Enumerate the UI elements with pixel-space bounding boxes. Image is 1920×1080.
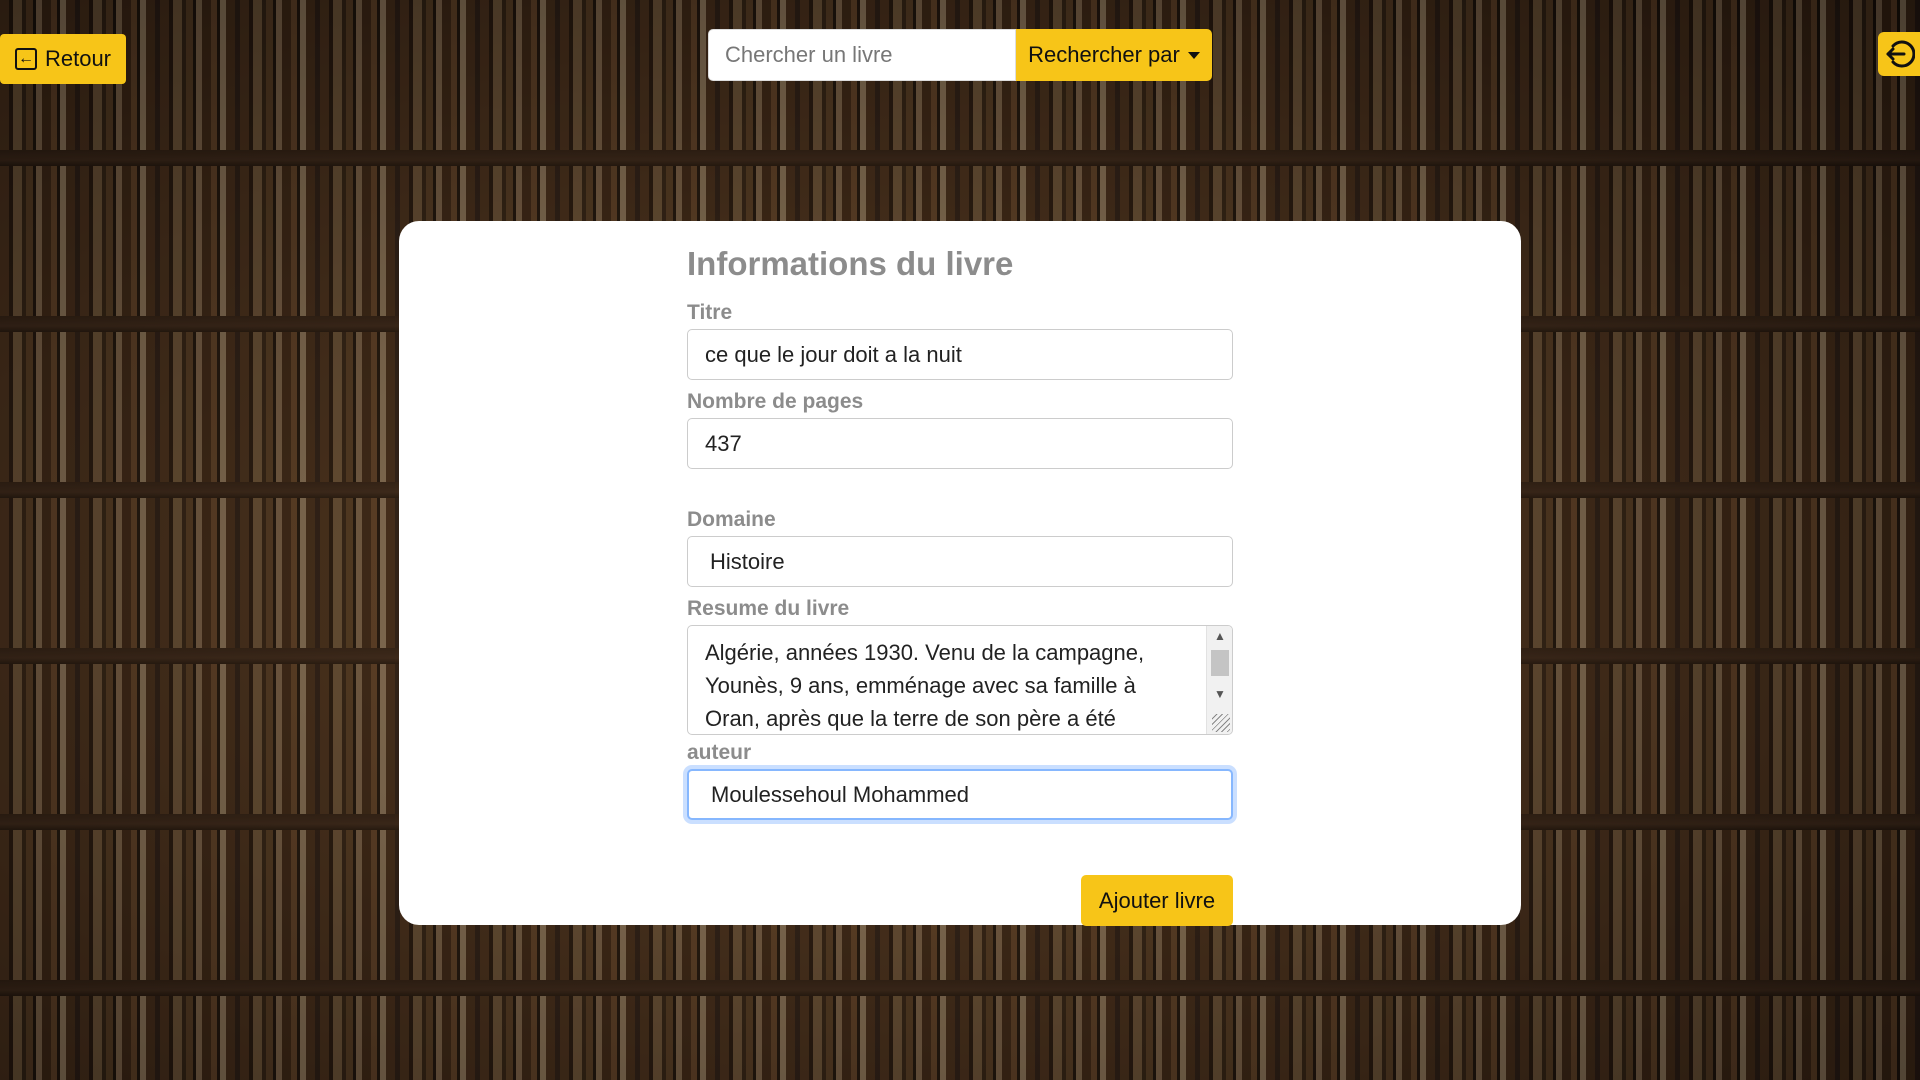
summary-label: Resume du livre (687, 597, 850, 620)
logout-button[interactable] (1878, 32, 1920, 76)
search-by-dropdown[interactable]: Rechercher par (1016, 29, 1212, 81)
domain-select[interactable]: Histoire (687, 536, 1233, 587)
domain-label: Domaine (687, 508, 776, 531)
pages-label: Nombre de pages (687, 390, 864, 413)
book-form: Informations du livre Titre ce que le jo… (687, 245, 1233, 926)
search-bar: Rechercher par (708, 29, 1212, 81)
arrow-left-icon: ← (14, 48, 37, 70)
add-book-button[interactable]: Ajouter livre (1081, 875, 1233, 926)
caret-down-icon (1187, 51, 1200, 59)
author-input[interactable]: Moulessehoul Mohammed (687, 769, 1233, 820)
pages-input[interactable]: 437 (687, 418, 1233, 469)
logout-icon (1886, 40, 1915, 68)
summary-text: Algérie, années 1930. Venu de la campagn… (705, 640, 1145, 731)
resize-grip-icon[interactable] (1212, 714, 1230, 732)
book-form-card: Informations du livre Titre ce que le jo… (399, 221, 1521, 926)
title-label: Titre (687, 301, 733, 324)
search-input[interactable] (708, 29, 1016, 81)
back-button-label: Retour (44, 46, 112, 71)
summary-textarea[interactable]: Algérie, années 1930. Venu de la campagn… (687, 625, 1233, 735)
scroll-thumb[interactable] (1211, 650, 1229, 676)
form-title: Informations du livre (687, 245, 1014, 282)
scroll-down-icon[interactable]: ▼ (1207, 684, 1232, 704)
back-button[interactable]: ← Retour (0, 34, 126, 84)
title-input[interactable]: ce que le jour doit a la nuit (687, 329, 1233, 380)
search-by-label: Rechercher par (1028, 42, 1180, 67)
scroll-up-icon[interactable]: ▲ (1207, 626, 1232, 646)
author-label: auteur (687, 741, 752, 764)
